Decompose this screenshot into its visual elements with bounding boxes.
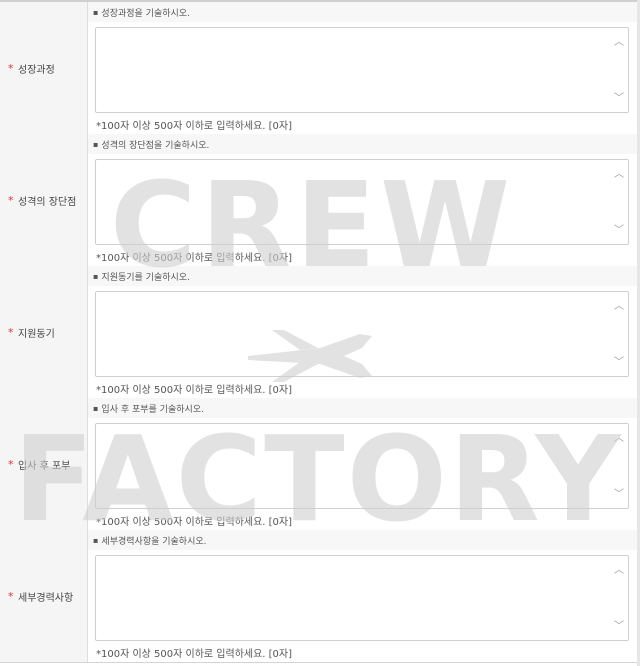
label-cell: * 입사 후 포부	[0, 398, 88, 530]
career-details-textarea[interactable]: ︿ ﹀	[95, 555, 629, 641]
chevron-up-icon[interactable]: ︿	[614, 170, 624, 180]
hint-bar: ▪ 성장과정을 기술하시오.	[88, 2, 640, 22]
field-cell: ▪ 입사 후 포부를 기술하시오. ︿ ﹀ *100자 이상 500자 이하로 …	[88, 398, 640, 530]
hint-text: 입사 후 포부를 기술하시오.	[101, 404, 204, 415]
chevron-down-icon[interactable]: ﹀	[614, 358, 624, 368]
section-career-details: * 세부경력사항 ▪ 세부경력사항을 기술하시오. ︿ ﹀ *100자 이상 5…	[0, 530, 640, 663]
bullet-icon: ▪	[93, 403, 99, 413]
field-label: 성격의 장단점	[18, 196, 77, 208]
required-mark: *	[8, 457, 14, 471]
char-counter: *100자 이상 500자 이하로 입력하세요. [0자]	[96, 253, 293, 264]
required-mark: *	[8, 61, 14, 75]
chevron-up-icon[interactable]: ︿	[614, 566, 624, 576]
bullet-icon: ▪	[93, 535, 99, 545]
hint-bar: ▪ 세부경력사항을 기술하시오.	[88, 530, 640, 550]
required-mark: *	[8, 193, 14, 207]
hint-bar: ▪ 성격의 장단점을 기술하시오.	[88, 134, 640, 154]
char-counter: *100자 이상 500자 이하로 입력하세요. [0자]	[96, 517, 293, 528]
section-aspiration: * 입사 후 포부 ▪ 입사 후 포부를 기술하시오. ︿ ﹀ *100자 이상…	[0, 398, 640, 531]
field-cell: ▪ 지원동기를 기술하시오. ︿ ﹀ *100자 이상 500자 이하로 입력하…	[88, 266, 640, 398]
chevron-down-icon[interactable]: ﹀	[614, 490, 624, 500]
required-mark: *	[8, 589, 14, 603]
chevron-up-icon[interactable]: ︿	[614, 434, 624, 444]
motivation-textarea[interactable]: ︿ ﹀	[95, 291, 629, 377]
field-label: 성장과정	[18, 64, 55, 76]
field-label: 지원동기	[18, 328, 55, 340]
aspiration-textarea[interactable]: ︿ ﹀	[95, 423, 629, 509]
field-cell: ▪ 세부경력사항을 기술하시오. ︿ ﹀ *100자 이상 500자 이하로 입…	[88, 530, 640, 662]
chevron-down-icon[interactable]: ﹀	[614, 622, 624, 632]
char-counter: *100자 이상 500자 이하로 입력하세요. [0자]	[96, 385, 293, 396]
bullet-icon: ▪	[93, 271, 99, 281]
bullet-icon: ▪	[93, 7, 99, 17]
section-growth: * 성장과정 ▪ 성장과정을 기술하시오. ︿ ﹀ *100자 이상 500자 …	[0, 2, 640, 135]
chevron-down-icon[interactable]: ﹀	[614, 94, 624, 104]
char-counter: *100자 이상 500자 이하로 입력하세요. [0자]	[96, 121, 293, 132]
chevron-up-icon[interactable]: ︿	[614, 302, 624, 312]
label-cell: * 세부경력사항	[0, 530, 88, 662]
required-mark: *	[8, 325, 14, 339]
cover-letter-form: * 성장과정 ▪ 성장과정을 기술하시오. ︿ ﹀ *100자 이상 500자 …	[0, 0, 640, 666]
chevron-down-icon[interactable]: ﹀	[614, 226, 624, 236]
personality-textarea[interactable]: ︿ ﹀	[95, 159, 629, 245]
hint-bar: ▪ 입사 후 포부를 기술하시오.	[88, 398, 640, 418]
hint-text: 성장과정을 기술하시오.	[101, 8, 190, 19]
field-label: 세부경력사항	[18, 592, 74, 604]
label-cell: * 지원동기	[0, 266, 88, 398]
field-cell: ▪ 성격의 장단점을 기술하시오. ︿ ﹀ *100자 이상 500자 이하로 …	[88, 134, 640, 266]
chevron-up-icon[interactable]: ︿	[614, 38, 624, 48]
growth-textarea[interactable]: ︿ ﹀	[95, 27, 629, 113]
label-cell: * 성장과정	[0, 2, 88, 134]
label-cell: * 성격의 장단점	[0, 134, 88, 266]
hint-text: 성격의 장단점을 기술하시오.	[101, 140, 210, 151]
hint-text: 세부경력사항을 기술하시오.	[101, 536, 207, 547]
field-cell: ▪ 성장과정을 기술하시오. ︿ ﹀ *100자 이상 500자 이하로 입력하…	[88, 2, 640, 134]
section-personality: * 성격의 장단점 ▪ 성격의 장단점을 기술하시오. ︿ ﹀ *100자 이상…	[0, 134, 640, 267]
hint-text: 지원동기를 기술하시오.	[101, 272, 190, 283]
bullet-icon: ▪	[93, 139, 99, 149]
field-label: 입사 후 포부	[18, 460, 71, 472]
hint-bar: ▪ 지원동기를 기술하시오.	[88, 266, 640, 286]
char-counter: *100자 이상 500자 이하로 입력하세요. [0자]	[96, 649, 293, 660]
section-motivation: * 지원동기 ▪ 지원동기를 기술하시오. ︿ ﹀ *100자 이상 500자 …	[0, 266, 640, 399]
